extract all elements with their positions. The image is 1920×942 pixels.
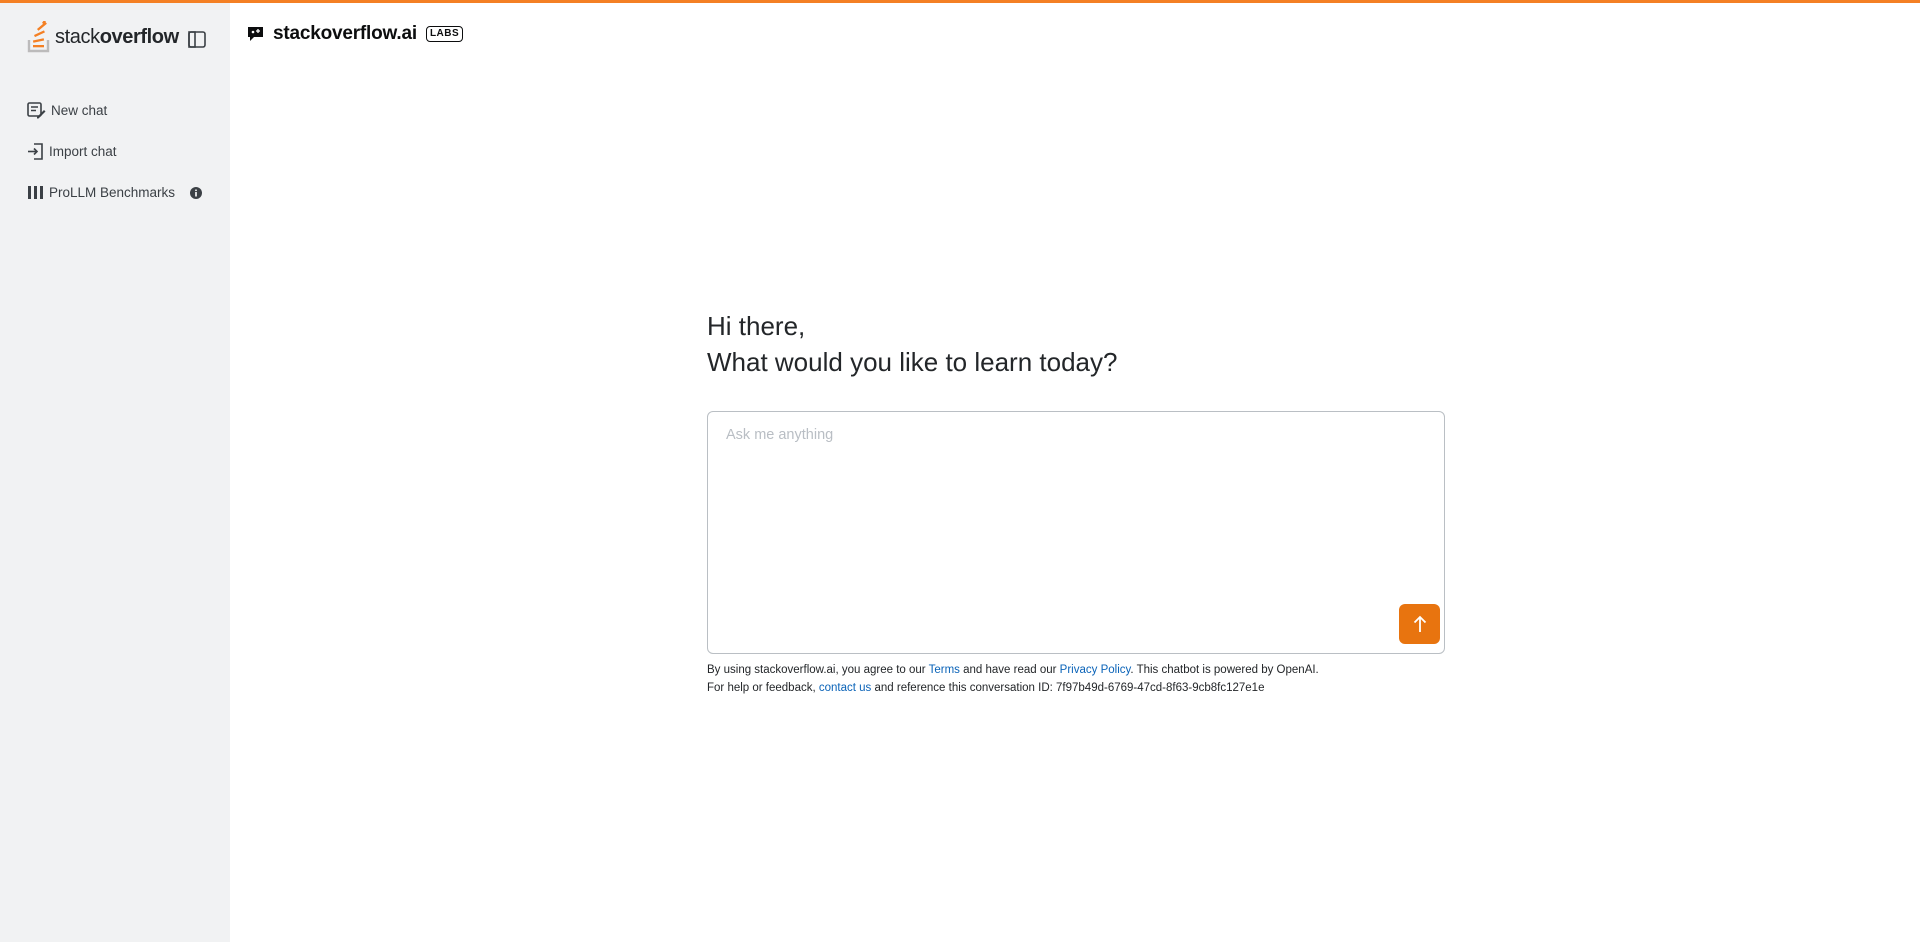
sidebar-item-new-chat[interactable]: New chat xyxy=(27,90,207,131)
columns-icon xyxy=(28,186,43,199)
sidebar-item-prollm-benchmarks[interactable]: ProLLM Benchmarks xyxy=(27,172,207,213)
greeting: Hi there, What would you like to learn t… xyxy=(707,308,1447,380)
info-icon[interactable] xyxy=(190,186,202,199)
chat-input[interactable] xyxy=(726,427,1406,627)
sidebar-toggle-icon[interactable] xyxy=(188,31,206,48)
logo-bold: overflow xyxy=(99,25,179,48)
conversation-id-text: and reference this conversation ID: 7f97… xyxy=(871,682,1265,694)
disclaimer-text: For help or feedback, xyxy=(707,682,819,694)
chat-input-box xyxy=(707,411,1445,654)
stackoverflow-logo[interactable]: stackoverflow xyxy=(27,21,179,53)
chat-bubble-icon xyxy=(248,27,263,41)
new-chat-icon xyxy=(27,102,46,119)
logo-prefix: stack xyxy=(55,25,100,48)
disclaimer-line-2: For help or feedback, contact us and ref… xyxy=(707,679,1467,697)
sidebar-item-label: ProLLM Benchmarks xyxy=(49,185,176,200)
disclaimer-text: and have read our xyxy=(959,664,1060,676)
greeting-line-1: Hi there, xyxy=(707,311,806,341)
disclaimer-text: By using stackoverflow.ai, you agree to … xyxy=(707,664,929,676)
app-header: stackoverflow.ai LABS xyxy=(247,22,464,46)
disclaimer: By using stackoverflow.ai, you agree to … xyxy=(707,661,1467,697)
contact-us-link[interactable]: contact us xyxy=(819,682,871,694)
send-button[interactable] xyxy=(1399,604,1440,644)
labs-badge: LABS xyxy=(425,26,464,42)
logo-text: stackoverflow xyxy=(55,26,179,49)
sidebar-item-import-chat[interactable]: Import chat xyxy=(27,131,207,172)
sidebar: stackoverflow New chat Import chat ProLL… xyxy=(0,3,230,942)
sidebar-nav: New chat Import chat ProLLM Benchmarks xyxy=(27,90,207,213)
sidebar-item-label: New chat xyxy=(51,103,108,118)
app-title[interactable]: stackoverflow.ai xyxy=(273,23,417,45)
disclaimer-line-1: By using stackoverflow.ai, you agree to … xyxy=(707,661,1467,679)
top-accent-bar xyxy=(0,0,1920,3)
disclaimer-text: . This chatbot is powered by OpenAI. xyxy=(1130,664,1319,676)
greeting-line-2: What would you like to learn today? xyxy=(707,347,1118,377)
stackoverflow-logo-icon xyxy=(27,21,50,53)
import-icon xyxy=(28,143,43,160)
sidebar-item-label: Import chat xyxy=(49,144,117,159)
terms-link[interactable]: Terms xyxy=(929,664,960,676)
privacy-policy-link[interactable]: Privacy Policy xyxy=(1060,664,1131,676)
arrow-up-icon xyxy=(1413,615,1426,632)
